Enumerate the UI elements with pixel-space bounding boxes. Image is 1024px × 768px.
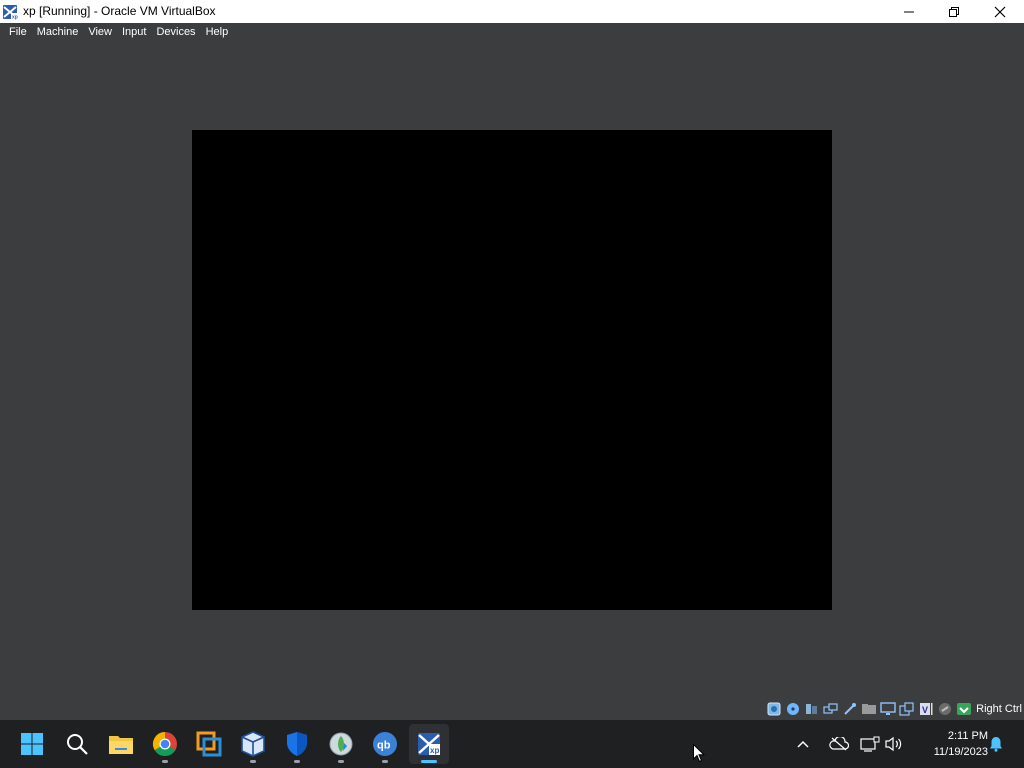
volume-button[interactable] <box>885 720 903 768</box>
clock-time: 2:11 PM <box>947 730 988 742</box>
menu-file[interactable]: File <box>4 23 32 42</box>
svg-text:xp: xp <box>430 746 439 755</box>
windows-security-button[interactable] <box>277 724 317 764</box>
clock-date: 11/19/2023 <box>933 746 988 758</box>
menu-input[interactable]: Input <box>117 23 151 42</box>
display-icon[interactable] <box>880 702 896 716</box>
vmware-button[interactable] <box>189 724 229 764</box>
running-indicator <box>294 760 300 763</box>
window-title: xp [Running] - Oracle VM VirtualBox <box>23 4 216 18</box>
network-ethernet-icon <box>860 736 880 752</box>
usb-icon[interactable] <box>842 702 858 716</box>
virtualbox-icon: xp <box>2 4 18 20</box>
hard-disk-icon[interactable] <box>766 702 782 716</box>
menu-devices[interactable]: Devices <box>151 23 200 42</box>
audio-icon[interactable] <box>804 702 820 716</box>
restore-icon <box>949 6 959 17</box>
virtualbox-xp-icon: xp <box>418 733 440 755</box>
active-indicator <box>421 760 437 763</box>
virtualbox-button[interactable] <box>233 724 273 764</box>
file-explorer-button[interactable] <box>101 724 141 764</box>
vm-xp-button[interactable]: xp <box>409 724 449 764</box>
onedrive-button[interactable] <box>829 720 849 768</box>
globe-icon <box>329 732 353 756</box>
windows-logo-icon <box>21 733 43 755</box>
vm-status-bar: V Right Ctrl <box>766 699 1024 719</box>
qbittorrent-icon: qb <box>373 732 397 756</box>
running-indicator <box>162 760 168 763</box>
vm-display[interactable] <box>192 130 832 610</box>
running-indicator <box>338 760 344 763</box>
folder-icon <box>109 736 133 754</box>
taskbar: qb xp 2:11 PM 11/19/2023 <box>0 720 1024 768</box>
network-icon[interactable] <box>823 702 839 716</box>
speaker-icon <box>885 736 902 752</box>
mouse-cursor-icon <box>693 743 706 763</box>
virtualbox-icon <box>241 731 265 757</box>
minimize-button[interactable] <box>886 0 932 23</box>
minimize-icon <box>904 11 914 12</box>
chrome-button[interactable] <box>145 724 185 764</box>
title-bar: xp xp [Running] - Oracle VM VirtualBox <box>0 0 1024 23</box>
restore-button[interactable] <box>931 0 977 23</box>
running-indicator <box>382 760 388 763</box>
menu-bar: File Machine View Input Devices Help <box>0 23 1024 42</box>
chevron-up-icon <box>797 740 809 748</box>
menu-view[interactable]: View <box>83 23 117 42</box>
virtualization-icon[interactable]: V <box>918 702 934 716</box>
shield-icon <box>287 732 307 756</box>
menu-help[interactable]: Help <box>201 23 234 42</box>
qbittorrent-button[interactable]: qb <box>365 724 405 764</box>
running-indicator <box>250 760 256 763</box>
cloud-offline-icon <box>829 737 849 751</box>
search-icon <box>67 734 88 755</box>
close-button[interactable] <box>977 0 1023 23</box>
clock[interactable]: 2:11 PM 11/19/2023 <box>912 728 988 760</box>
shared-folders-icon[interactable] <box>861 702 877 716</box>
bell-icon <box>990 737 1002 752</box>
notifications-button[interactable] <box>988 720 1004 768</box>
mouse-integration-icon[interactable] <box>937 702 953 716</box>
svg-text:xp: xp <box>12 14 18 20</box>
search-button[interactable] <box>57 724 97 764</box>
setup-app-button[interactable] <box>321 724 361 764</box>
close-icon <box>994 6 1006 17</box>
menu-machine[interactable]: Machine <box>32 23 84 42</box>
host-key-label: Right Ctrl <box>976 703 1022 715</box>
network-button[interactable] <box>860 720 880 768</box>
show-hidden-icons-button[interactable] <box>796 720 810 768</box>
svg-text:V: V <box>922 705 928 715</box>
optical-drive-icon[interactable] <box>785 702 801 716</box>
chrome-icon <box>152 732 177 757</box>
keyboard-icon[interactable] <box>956 702 972 716</box>
svg-text:qb: qb <box>377 740 391 752</box>
vmware-icon <box>196 731 222 757</box>
video-capture-icon[interactable] <box>899 702 915 716</box>
start-button[interactable] <box>12 724 52 764</box>
